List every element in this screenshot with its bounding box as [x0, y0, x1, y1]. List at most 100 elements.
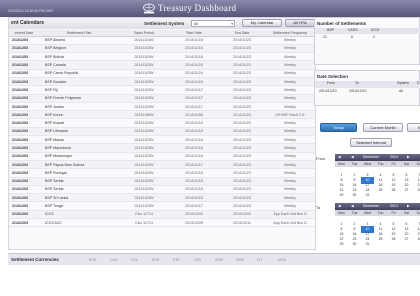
my-calendar-button[interactable]: My Calendar — [242, 19, 282, 27]
settlement-date-cell: 2/14/1203 — [9, 152, 39, 161]
currency-tab[interactable]: CZK — [131, 258, 138, 262]
table-row[interactable]: 2/14/1203 BSP Belgium 20141103W 2014/11/16 2… — [9, 44, 315, 54]
currency-tab[interactable]: MOD — [278, 258, 286, 262]
start-date-cell: 2014/11/17 — [169, 85, 219, 95]
table-row[interactable]: 2/14/1203 BSP Ecuador 20141103W 2014/11/24 2… — [9, 77, 315, 87]
settlement-date-cell: 2/14/1203 — [9, 94, 39, 103]
start-date-cell: 2014/11/16 — [169, 143, 219, 153]
settlement-plan-cell: BSP Czech Republic — [39, 69, 119, 79]
currency-tab[interactable]: KRW — [215, 258, 223, 262]
from-calendar: From ◀ ◀ December 2014 ▶ Mon Tue Wed Thu Fri… — [316, 154, 420, 198]
end-date-cell: 2014/11/23 — [219, 143, 265, 153]
start-date-cell: 2014/11/17 — [169, 102, 219, 112]
table-row[interactable]: 2/14/1203 BSP Montenegro 20141103W 2014/11/… — [9, 152, 315, 161]
settlement-plan-cell: BSP Serbia — [39, 185, 119, 195]
sales-period-cell: 20141103W — [119, 168, 169, 178]
prev-month-icon[interactable]: ◀ — [338, 204, 341, 208]
sales-period-cell: Cicc 11714 — [119, 210, 169, 220]
current-month-button[interactable]: Current Month — [363, 123, 403, 132]
header-banner: 2/15/2014 12:30:40 PM GMT Treasury Dashb… — [0, 0, 420, 17]
currency-tab[interactable]: EUR — [152, 258, 159, 262]
table-row[interactable]: 2/14/1203 BSP Macedonia 20141103W 2014/11/1… — [9, 143, 315, 153]
table-row[interactable]: 2/14/1203 ICCS Cicc 11714 2014/12/09 2014/12… — [9, 210, 315, 220]
next-month-icon[interactable]: ▶ — [407, 204, 410, 208]
table-row[interactable]: 2/14/1203 BSP Serbia 20141103W 2014/11/16 20… — [9, 185, 315, 195]
calendar-day[interactable]: 31 — [361, 192, 374, 199]
calendar-day — [387, 241, 400, 248]
table-row[interactable]: 2/14/1203 BSP French Polynesia 20141103W 20… — [9, 94, 315, 103]
calendar-day[interactable]: 31 — [361, 241, 374, 248]
next-month-icon[interactable]: ▶ — [407, 155, 410, 159]
settlement-plan-cell: ICCS — [39, 210, 119, 220]
settlement-system-select[interactable]: All ▾ — [191, 20, 235, 27]
prev-year-icon[interactable]: ◀ — [351, 155, 354, 159]
frequency-cell: Weekly — [265, 77, 315, 87]
sales-period-cell: 20141103W — [119, 143, 169, 153]
to-month-name[interactable]: December — [363, 204, 379, 208]
table-row[interactable]: 2/14/1203 ICCS ACC Cicc 11714 2014/12/09 201… — [9, 218, 315, 228]
currency-tab[interactable]: EUR — [89, 258, 96, 262]
date-to-value[interactable]: 2014/12/10 — [349, 89, 367, 93]
next-month-button[interactable]: Next — [407, 123, 420, 132]
start-date-cell: 2014/11/17 — [169, 94, 219, 103]
table-row[interactable]: 2/14/1203 BSP Jordan 20141103W 2014/11/17 20… — [9, 102, 315, 112]
table-row[interactable]: 2/14/1203 BSP Portugal 20141103W 2014/11/16… — [9, 168, 315, 178]
calendar-day[interactable]: 30 — [348, 241, 361, 248]
calendar-day[interactable]: 29 — [335, 241, 348, 248]
end-date-cell: 2014/11/23 — [219, 127, 265, 137]
settlement-date-cell: 2/14/1203 — [9, 52, 39, 62]
table-row[interactable]: 2/14/1203 BSP Sri Lanka 20141103W 2014/11/1… — [9, 193, 315, 203]
table-row[interactable]: 2/14/1203 BSP Fiji 20141103W 2014/11/17 2014… — [9, 85, 315, 95]
weekday-label: Wed — [364, 211, 371, 215]
selected-interval-button[interactable]: Selected Interval — [350, 138, 392, 147]
settlement-date-cell: 2/14/1203 — [9, 177, 39, 186]
date-from-value[interactable]: 2014/12/10 — [319, 89, 337, 93]
weekday-label: Tue — [351, 162, 358, 166]
from-month-name[interactable]: December — [363, 155, 379, 159]
to-year[interactable]: 2014 — [390, 204, 398, 208]
table-row[interactable]: 2/14/1203 BSP Canada 20141103W 2014/11/24 20… — [9, 60, 315, 70]
settlement-plan-cell: BSP Ecuador — [39, 77, 119, 87]
settlement-plan-cell: BSP Macedonia — [39, 143, 119, 153]
currency-tab[interactable]: FJD — [173, 258, 179, 262]
currency-tab[interactable]: JOD — [194, 258, 201, 262]
start-date-cell: 2014/11/16 — [169, 127, 219, 137]
end-date-cell: 2014/11/23 — [219, 77, 265, 87]
calendar-day[interactable]: 29 — [335, 192, 348, 199]
start-date-cell: 2014/12/09 — [169, 218, 219, 228]
iata-logo-icon — [143, 3, 155, 14]
table-row[interactable]: 2/14/1203 BSP Kuwait 20141103W 2014/11/16 20… — [9, 118, 315, 128]
weekday-label: Thu — [377, 162, 384, 166]
frequency-cell: Weekly — [265, 52, 315, 62]
prev-month-icon[interactable]: ◀ — [338, 155, 341, 159]
table-row[interactable]: 2/14/1203 BSP Macau 20141103W 2014/11/16 201… — [9, 135, 315, 145]
table-row[interactable]: 2/14/1203 BSP Korea 20141166W 2014/11/06 201… — [9, 110, 315, 120]
sales-period-cell: 20141103W — [119, 118, 169, 128]
currency-tab[interactable]: KWD — [236, 258, 244, 262]
start-date-cell: 2014/11/16 — [169, 152, 219, 161]
table-row[interactable]: 2/14/1203 BSP Lithuania 20141103W 2014/11/1… — [9, 127, 315, 137]
table-row[interactable]: 2/14/1203 BSP Serbia 20141103W 2014/11/16 20… — [9, 177, 315, 186]
table-row[interactable]: 2/14/1203 BSP Albania 20141104W 2014/11/16 2… — [9, 36, 315, 45]
currency-tab[interactable]: LTL — [257, 258, 263, 262]
calendar-day[interactable]: 30 — [348, 192, 361, 199]
weekday-label: Mon — [338, 211, 345, 215]
end-date-cell: 2014/11/23 — [219, 52, 265, 62]
sales-period-cell: 20141104W — [119, 36, 169, 45]
start-date-cell: 2014/11/16 — [169, 185, 219, 195]
table-row[interactable]: 2/14/1203 BSP Papua New Guinea 20141103W 20… — [9, 160, 315, 170]
from-year[interactable]: 2014 — [390, 155, 398, 159]
table-row[interactable]: 2/14/1203 BSP Czech Republic 20141103W 2014… — [9, 69, 315, 79]
settlement-date-cell: 2/14/1203 — [9, 102, 39, 112]
table-row[interactable]: 2/14/1203 BSP Bolivia 20141103W 2014/11/16 2… — [9, 52, 315, 62]
date-col-d: D — [417, 81, 420, 85]
today-button[interactable]: Today — [320, 123, 357, 132]
all-hta-button[interactable]: All HTA — [285, 19, 315, 27]
prev-year-icon[interactable]: ◀ — [351, 204, 354, 208]
date-selection-values-row: 2014/12/10 2014/12/10 All — [315, 89, 420, 96]
currency-tab[interactable]: CAD — [110, 258, 117, 262]
table-row[interactable]: 2/14/1203 BSP Tonga 20141103W 2014/11/17 201… — [9, 201, 315, 211]
settlement-plan-cell: BSP Tonga — [39, 201, 119, 211]
end-date-cell: 2014/11/23 — [219, 160, 265, 170]
date-system-value[interactable]: All — [399, 89, 403, 93]
